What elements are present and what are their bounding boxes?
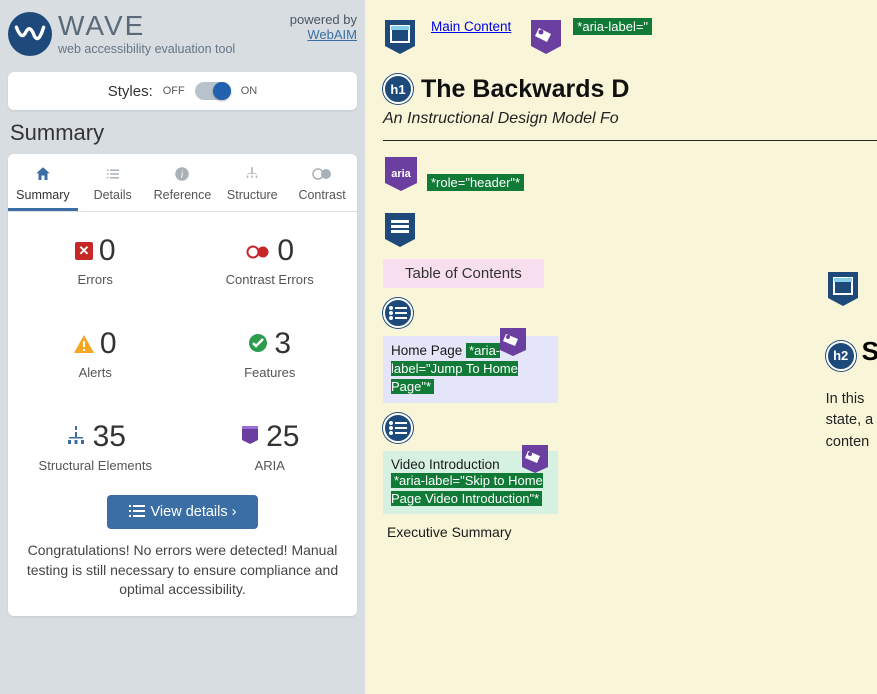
list-icon	[78, 164, 148, 184]
logo-block: WAVE web accessibility evaluation tool	[8, 12, 235, 56]
executive-summary-link[interactable]: Executive Summary	[383, 524, 877, 540]
ul-badge-icon-2[interactable]	[383, 413, 413, 443]
view-details-button[interactable]: View details ›	[107, 495, 259, 529]
stat-structural[interactable]: 35 Structural Elements	[8, 398, 183, 491]
stats-grid: ✕0 Errors 0 Contrast Errors 0 Alerts 3 F…	[8, 212, 357, 491]
header-shield-icon-2[interactable]	[826, 270, 860, 308]
wave-logo-icon	[8, 12, 52, 56]
toc-heading: Table of Contents	[383, 259, 544, 288]
congrats-message: Congratulations! No errors were detected…	[8, 541, 357, 600]
aria-box-icon[interactable]: aria	[383, 155, 419, 193]
ul-badge-icon[interactable]	[383, 298, 413, 328]
styles-label: Styles:	[108, 83, 153, 100]
aria-video-label: *aria-label="Skip to Home Page Video Int…	[391, 473, 543, 506]
aria-icon	[240, 420, 260, 454]
styles-toggle-bar: Styles: OFF ON	[8, 72, 357, 110]
wave-sidebar: WAVE web accessibility evaluation tool p…	[0, 0, 365, 694]
tab-structure[interactable]: Structure	[217, 154, 287, 211]
alert-icon	[74, 327, 94, 361]
h2-badge[interactable]: h2	[826, 341, 856, 371]
header-shield-icon[interactable]	[383, 18, 417, 56]
page-subtitle: An Instructional Design Model Fo	[383, 110, 877, 128]
summary-panel: Summary Details i Reference Structure Co…	[8, 154, 357, 616]
stat-contrast-errors[interactable]: 0 Contrast Errors	[183, 212, 358, 305]
h1-badge[interactable]: h1	[383, 74, 413, 104]
contrast-error-icon	[245, 234, 271, 268]
styles-off-label: OFF	[163, 85, 185, 97]
webaim-link[interactable]: WebAIM	[307, 27, 357, 42]
tab-bar: Summary Details i Reference Structure Co…	[8, 154, 357, 212]
nav-shield-icon[interactable]	[383, 211, 417, 249]
feature-icon	[248, 327, 268, 361]
tab-summary[interactable]: Summary	[8, 154, 78, 211]
tab-reference[interactable]: i Reference	[148, 154, 218, 211]
aria-tag-icon[interactable]	[498, 326, 528, 358]
divider	[383, 140, 877, 141]
stat-errors[interactable]: ✕0 Errors	[8, 212, 183, 305]
tab-contrast[interactable]: Contrast	[287, 154, 357, 211]
styles-on-label: ON	[241, 85, 258, 97]
role-header-badge: *role="header"*	[427, 174, 524, 191]
structural-icon	[65, 420, 87, 454]
right-paragraph: In thisstate, aconten	[826, 389, 877, 454]
powered-by: powered by WebAIM	[290, 12, 357, 42]
right-column: h2S In thisstate, aconten	[826, 270, 877, 454]
svg-text:aria: aria	[391, 168, 411, 180]
page-h1: The Backwards D	[421, 75, 629, 104]
structure-icon	[217, 164, 287, 184]
info-icon: i	[148, 164, 218, 184]
nav-home-page[interactable]: Home Page *aria-label="Jump To Home Page…	[383, 336, 558, 403]
home-icon	[8, 164, 78, 184]
stat-features[interactable]: 3 Features	[183, 305, 358, 398]
sidebar-header: WAVE web accessibility evaluation tool p…	[8, 8, 357, 62]
aria-shield-icon[interactable]	[529, 18, 563, 56]
aria-label-badge: *aria-label="	[573, 18, 652, 35]
styles-toggle[interactable]	[195, 82, 231, 100]
tab-details[interactable]: Details	[78, 154, 148, 211]
stat-alerts[interactable]: 0 Alerts	[8, 305, 183, 398]
aria-tag-icon-2[interactable]	[520, 443, 550, 475]
main-content-link[interactable]: Main Content	[431, 19, 511, 34]
contrast-icon	[287, 164, 357, 184]
brand-subtitle: web accessibility evaluation tool	[58, 42, 235, 56]
stat-aria[interactable]: 25 ARIA	[183, 398, 358, 491]
section-title: Summary	[10, 120, 357, 146]
page-preview: Main Content *aria-label=" h1 The Backwa…	[365, 0, 877, 694]
brand-title: WAVE	[58, 12, 235, 40]
nav-video-intro[interactable]: Video Introduction *aria-label="Skip to …	[383, 451, 558, 514]
error-icon: ✕	[75, 242, 93, 260]
